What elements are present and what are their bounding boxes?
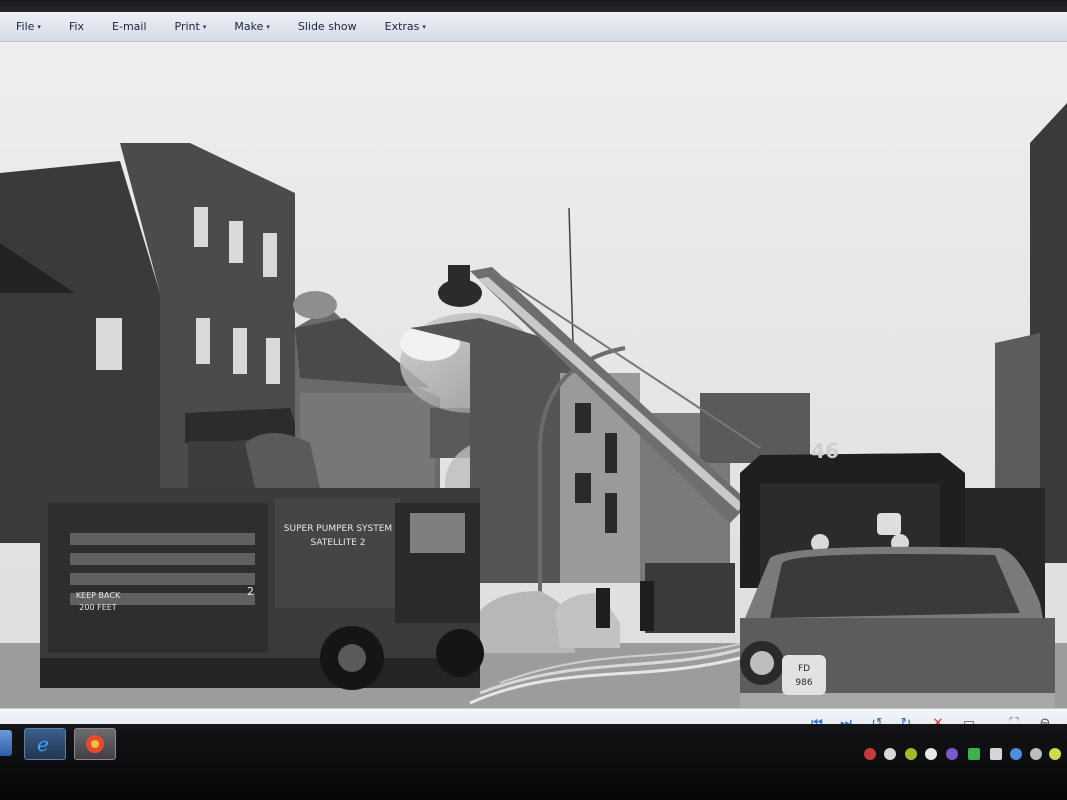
- delete-icon[interactable]: ✕: [927, 714, 949, 725]
- tray-icon[interactable]: [1010, 748, 1022, 760]
- truck-number: 2: [247, 585, 254, 598]
- menu-file-label: File: [16, 20, 35, 33]
- speaker-icon[interactable]: [884, 748, 896, 760]
- firefighter: [596, 588, 610, 628]
- windows-taskbar: e: [0, 724, 1067, 800]
- menu-fix[interactable]: Fix: [61, 20, 94, 33]
- truck-label-line1: SUPER PUMPER SYSTEM: [284, 524, 392, 534]
- tray-icon[interactable]: [864, 748, 876, 760]
- fire-scene-photo: SUPER PUMPER SYSTEM SATELLITE 2 KEEP BAC…: [0, 43, 1067, 708]
- picasa-icon: [86, 735, 104, 753]
- chevron-down-icon: ▾: [422, 22, 426, 31]
- menu-file[interactable]: File ▾: [8, 20, 51, 33]
- engine-number: 46: [811, 439, 839, 463]
- fit-window-icon[interactable]: ⛶: [1003, 714, 1025, 725]
- car-badge-number: 986: [795, 678, 812, 688]
- zoom-icon[interactable]: ⊖: [1034, 714, 1056, 725]
- ie-logo-icon: e: [37, 732, 49, 756]
- truck-label-line2: SATELLITE 2: [311, 538, 366, 548]
- tray-icon[interactable]: [925, 748, 937, 760]
- photo-viewer-taskbar-icon[interactable]: [74, 728, 116, 760]
- chevron-down-icon: ▾: [202, 22, 207, 31]
- tray-icon[interactable]: [968, 748, 980, 760]
- utility-truck: [645, 563, 735, 633]
- rotate-right-icon[interactable]: ↻: [895, 714, 917, 725]
- truck-side-line1: KEEP BACK: [76, 591, 121, 600]
- menu-slide-show[interactable]: Slide show: [290, 20, 367, 33]
- last-image-icon[interactable]: ⏭: [835, 714, 857, 725]
- network-icon[interactable]: [990, 748, 1002, 760]
- menu-print[interactable]: Print ▾: [167, 20, 217, 33]
- menu-email-label: E-mail: [112, 20, 147, 33]
- menu-bar: File ▾ Fix E-mail Print ▾ Make ▾ Slide s…: [0, 12, 1067, 42]
- tray-icon[interactable]: [905, 748, 917, 760]
- photo-viewer-window: File ▾ Fix E-mail Print ▾ Make ▾ Slide s…: [0, 12, 1067, 724]
- monitor-icon[interactable]: ▭: [958, 714, 980, 725]
- firefighter: [640, 581, 654, 631]
- tray-icon[interactable]: [1030, 748, 1042, 760]
- menu-email[interactable]: E-mail: [104, 20, 157, 33]
- photo-canvas[interactable]: SUPER PUMPER SYSTEM SATELLITE 2 KEEP BAC…: [0, 43, 1067, 708]
- internet-explorer-icon[interactable]: e: [24, 728, 66, 760]
- first-image-icon[interactable]: ⏮: [806, 714, 828, 725]
- rotate-left-icon[interactable]: ↺: [866, 714, 888, 725]
- truck-side-line2: 200 FEET: [79, 603, 117, 612]
- viewer-toolbar: ⏮ ⏭ ↺ ↻ ✕ ▭ ⛶ ⊖: [0, 708, 1067, 724]
- chevron-down-icon: ▾: [37, 22, 41, 31]
- tray-icon[interactable]: [1049, 748, 1061, 760]
- menu-print-label: Print: [174, 20, 200, 33]
- chevron-down-icon: ▾: [266, 22, 270, 31]
- menu-extras-label: Extras: [384, 20, 420, 33]
- start-button[interactable]: [0, 730, 12, 756]
- menu-fix-label: Fix: [68, 20, 85, 33]
- car-badge-top: FD: [798, 664, 810, 674]
- left-house: [0, 161, 160, 543]
- menu-make[interactable]: Make ▾: [226, 20, 280, 33]
- menu-extras[interactable]: Extras ▾: [377, 20, 436, 33]
- menu-slide-show-label: Slide show: [297, 20, 357, 33]
- svg-text:e: e: [37, 732, 49, 756]
- tray-icon[interactable]: [946, 748, 958, 760]
- menu-make-label: Make: [234, 20, 264, 33]
